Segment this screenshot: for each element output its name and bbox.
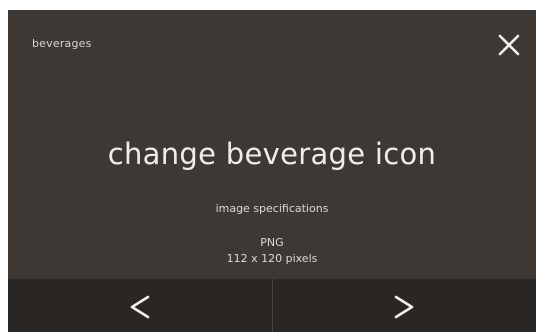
next-button[interactable]	[273, 279, 537, 332]
previous-button[interactable]	[8, 279, 273, 332]
chevron-right-icon	[394, 295, 414, 318]
close-icon	[498, 34, 520, 56]
chevron-left-icon	[130, 295, 150, 318]
footer-nav	[8, 279, 536, 332]
screen: beverages change beverage icon image spe…	[8, 10, 536, 332]
page-heading: change beverage icon	[107, 137, 437, 171]
spec-size: 112 x 120 pixels	[226, 252, 318, 265]
close-button[interactable]	[496, 32, 522, 58]
spec-format: PNG	[260, 236, 284, 249]
spec-label: image specifications	[215, 202, 329, 215]
header-title: beverages	[32, 37, 92, 50]
